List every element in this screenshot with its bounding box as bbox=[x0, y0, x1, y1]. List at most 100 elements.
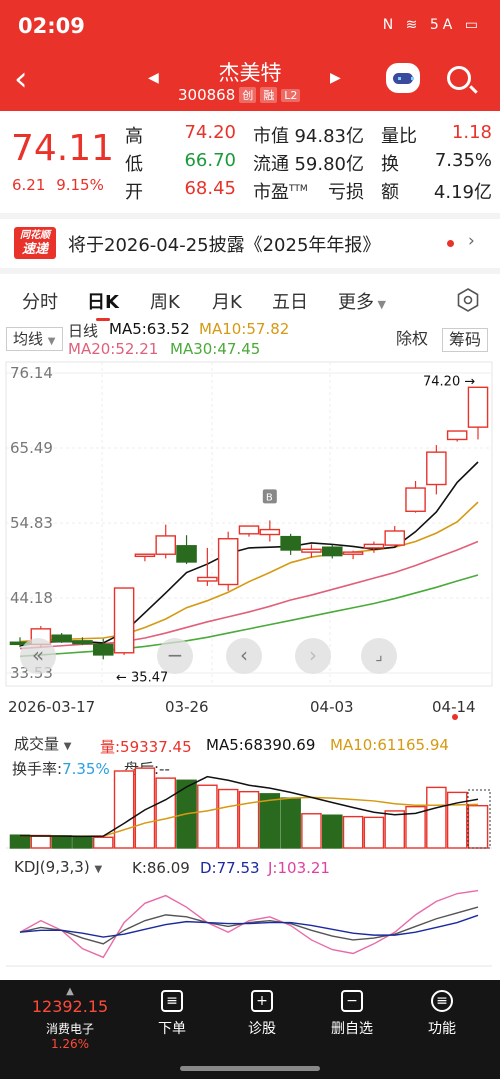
level2-tag[interactable]: L2 bbox=[281, 88, 301, 102]
board-tag: 创 bbox=[239, 87, 257, 103]
candle bbox=[321, 546, 343, 557]
candle bbox=[113, 587, 135, 654]
fullscreen-icon[interactable]: ⌟ bbox=[361, 638, 397, 674]
stock-code: 300868 bbox=[178, 86, 236, 104]
volume-bar bbox=[217, 788, 239, 849]
order-button[interactable]: ≡ 下单 bbox=[137, 990, 207, 1038]
tab-intraday[interactable]: 分时 bbox=[22, 288, 58, 314]
volume-ma5: MA5:68390.69 bbox=[206, 736, 316, 754]
volume-bar bbox=[426, 786, 447, 849]
candle bbox=[280, 535, 301, 551]
kdj_k-line bbox=[19, 906, 479, 945]
change-value: 6.21 bbox=[12, 176, 46, 194]
candle bbox=[238, 525, 260, 535]
market-cap-value: 94.83亿 bbox=[294, 126, 364, 147]
volume-bar bbox=[134, 767, 156, 849]
stock-code-row: 300868 创 融 L2 bbox=[178, 86, 301, 104]
y-tick-label: 54.83 bbox=[10, 514, 53, 532]
volume-bar bbox=[72, 836, 93, 849]
low-price-label: ← 35.47 bbox=[116, 670, 168, 685]
low-value: 66.70 bbox=[184, 150, 236, 171]
kdj-selector[interactable]: KDJ(9,3,3) ▼ bbox=[10, 856, 109, 880]
volume-ratio-value: 1.18 bbox=[451, 122, 492, 143]
candle bbox=[301, 548, 322, 553]
change-percent: 9.15% bbox=[56, 176, 104, 194]
stock-name: 杰美特 bbox=[218, 61, 282, 85]
sector-index[interactable]: ▲ 12392.15 消费电子1.26% bbox=[30, 986, 110, 1051]
ma-legend-title: 日线 bbox=[68, 322, 99, 340]
volume-bar bbox=[259, 793, 281, 849]
diagnose-button[interactable]: + 诊股 bbox=[227, 990, 297, 1038]
candle bbox=[384, 530, 406, 546]
pan-left-far-icon[interactable]: « bbox=[20, 638, 56, 674]
float-cap-value: 59.80亿 bbox=[294, 154, 364, 175]
tab-five-day[interactable]: 五日 bbox=[272, 288, 308, 314]
x-tick-label: 04-14 bbox=[432, 698, 476, 716]
pe-ttm-sup: TTM bbox=[289, 184, 308, 194]
market-cap-label: 市值 bbox=[253, 126, 289, 147]
candle bbox=[51, 634, 72, 643]
candle bbox=[446, 430, 468, 441]
volume-bar bbox=[155, 777, 177, 849]
volume-bar bbox=[113, 770, 135, 849]
announcement-banner[interactable]: 同花顺 速递 将于2026-04-25披露《2025年年报》 › bbox=[0, 213, 500, 261]
ai-assistant-icon[interactable] bbox=[386, 63, 420, 93]
x-tick-label: 2026-03-17 bbox=[8, 698, 95, 716]
kdj-chart[interactable] bbox=[0, 880, 500, 972]
y-tick-label: 44.18 bbox=[10, 589, 53, 607]
candle bbox=[134, 553, 156, 558]
tab-daily-k[interactable]: 日K bbox=[87, 288, 119, 314]
period-tabs: 分时 日K 周K 月K 五日 更多 ▼ bbox=[0, 268, 500, 321]
remove-watchlist-button[interactable]: − 删自选 bbox=[317, 990, 387, 1038]
active-tab-indicator bbox=[96, 318, 110, 321]
volume-bar bbox=[92, 836, 114, 849]
amount-value: 4.19亿 bbox=[433, 182, 492, 203]
candle bbox=[363, 543, 385, 549]
kdj_d-line bbox=[19, 914, 479, 938]
turnover-value: 7.35% bbox=[434, 150, 492, 171]
volume-bar bbox=[197, 784, 218, 849]
volume-indicator-selector[interactable]: 成交量 ▼ bbox=[10, 733, 78, 757]
candle bbox=[176, 545, 197, 563]
chips-button[interactable]: 筹码 bbox=[442, 328, 489, 352]
adjust-button[interactable]: 除权 bbox=[390, 328, 435, 352]
volume-chart[interactable] bbox=[0, 760, 500, 852]
indicator-selector[interactable]: 均线 ▼ bbox=[6, 327, 63, 351]
candle bbox=[155, 535, 177, 555]
pan-left-icon[interactable]: ‹ bbox=[226, 638, 262, 674]
medkit-icon: + bbox=[251, 990, 273, 1012]
search-icon[interactable] bbox=[447, 66, 471, 90]
kdj-j: J:103.21 bbox=[268, 859, 330, 877]
tab-monthly-k[interactable]: 月K bbox=[212, 288, 242, 314]
ma30-legend: MA30:47.45 bbox=[170, 340, 261, 358]
functions-button[interactable]: ≡ 功能 bbox=[407, 990, 477, 1038]
high-price-label: 74.20 → bbox=[423, 375, 475, 390]
zoom-out-icon[interactable]: − bbox=[157, 638, 193, 674]
x-tick-label: 04-03 bbox=[310, 698, 354, 716]
buy-marker-label: B bbox=[266, 492, 273, 503]
volume-ratio-label: 量比 bbox=[381, 126, 417, 147]
candle bbox=[217, 538, 239, 586]
pe-label: 市盈TTM bbox=[253, 182, 308, 203]
volume-bar bbox=[301, 813, 322, 849]
settings-icon[interactable] bbox=[456, 288, 480, 312]
tab-weekly-k[interactable]: 周K bbox=[150, 288, 180, 314]
volume-bar bbox=[51, 835, 72, 849]
volume-bar bbox=[280, 797, 301, 849]
pan-right-icon[interactable]: › bbox=[295, 638, 331, 674]
up-arrow-icon: ▲ bbox=[66, 986, 74, 997]
status-time: 02:09 bbox=[18, 14, 85, 38]
kdj-d: D:77.53 bbox=[200, 859, 260, 877]
volume-bar bbox=[30, 834, 52, 849]
current-date-dot bbox=[452, 714, 458, 720]
candle bbox=[467, 386, 489, 428]
volume-bar bbox=[363, 816, 385, 849]
open-label: 开 bbox=[125, 182, 143, 203]
app-header: 02:09 N ≋ 5A ▭ ‹ ◀ ▶ 杰美特 300868 创 融 L2 bbox=[0, 0, 500, 111]
candle bbox=[72, 640, 93, 645]
volume-bar bbox=[9, 834, 31, 849]
open-value: 68.45 bbox=[184, 178, 236, 199]
tab-more[interactable]: 更多 ▼ bbox=[338, 288, 386, 314]
order-icon: ≡ bbox=[161, 990, 183, 1012]
menu-icon: ≡ bbox=[431, 990, 453, 1012]
